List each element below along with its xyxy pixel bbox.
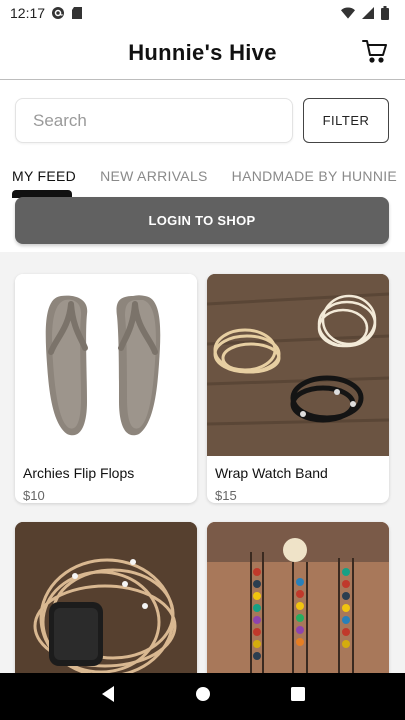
cart-icon xyxy=(362,39,388,68)
category-tabs: MY FEED NEW ARRIVALS HANDMADE BY HUNNIE xyxy=(0,158,405,194)
login-to-shop-button[interactable]: LOGIN TO SHOP xyxy=(15,197,389,244)
filter-button[interactable]: FILTER xyxy=(303,98,389,143)
tab-handmade-by-hunnie[interactable]: HANDMADE BY HUNNIE xyxy=(232,168,397,184)
battery-icon xyxy=(381,6,395,20)
product-image-flip-flops xyxy=(15,274,197,456)
at-sign-icon xyxy=(51,6,65,20)
sd-card-icon xyxy=(71,6,85,20)
recents-icon xyxy=(290,686,306,707)
product-name: Wrap Watch Band xyxy=(215,465,328,481)
app-title: Hunnie's Hive xyxy=(128,39,277,65)
product-image-beaded-bracelets xyxy=(207,522,389,673)
home-button[interactable] xyxy=(191,685,215,709)
wifi-icon xyxy=(341,6,355,20)
product-card[interactable] xyxy=(207,522,389,673)
cart-button[interactable] xyxy=(361,39,389,67)
product-card[interactable]: Wrap Watch Band $15 xyxy=(207,274,389,503)
signal-icon xyxy=(361,6,375,20)
system-nav-bar xyxy=(0,673,405,720)
recents-button[interactable] xyxy=(286,685,310,709)
app-bar: Hunnie's Hive xyxy=(0,26,405,80)
product-price: $15 xyxy=(215,488,237,503)
status-time: 12:17 xyxy=(10,5,46,21)
product-image-wrap-watch-band xyxy=(207,274,389,456)
product-price: $10 xyxy=(23,488,45,503)
tab-new-arrivals[interactable]: NEW ARRIVALS xyxy=(100,168,208,184)
product-card[interactable]: Archies Flip Flops $10 xyxy=(15,274,197,503)
tab-my-feed[interactable]: MY FEED xyxy=(12,168,76,184)
status-bar: 12:17 xyxy=(0,0,405,26)
product-image-watch-wrap xyxy=(15,522,197,673)
product-card[interactable] xyxy=(15,522,197,673)
search-input[interactable] xyxy=(15,98,293,143)
product-name: Archies Flip Flops xyxy=(23,465,135,481)
product-feed[interactable]: Archies Flip Flops $10 Wrap Watch Band $… xyxy=(0,252,405,673)
back-icon xyxy=(100,685,116,708)
home-icon xyxy=(195,686,211,707)
back-button[interactable] xyxy=(96,685,120,709)
